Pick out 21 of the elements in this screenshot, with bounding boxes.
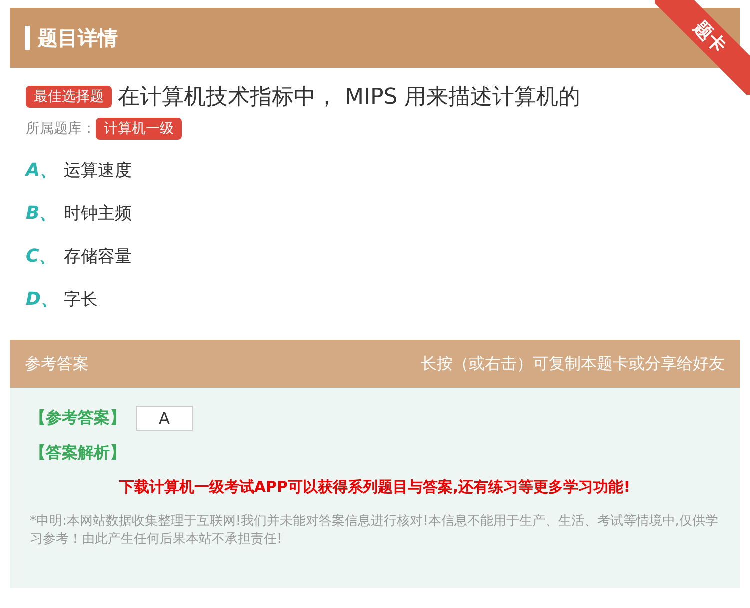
option-letter: A、 (26, 159, 54, 182)
section-title: 题目详情 (38, 24, 118, 52)
bank-label: 所属题库： (26, 120, 96, 138)
bank-tag: 计算机一级 (96, 118, 182, 140)
question-text: 在计算机技术指标中， MIPS 用来描述计算机的 (118, 84, 581, 112)
analysis-label: 【答案解析】 (30, 443, 127, 464)
question-type-badge: 最佳选择题 (26, 86, 112, 108)
option-letter: C、 (26, 245, 54, 268)
answer-value: A (136, 406, 193, 431)
option-letter: B、 (26, 202, 54, 225)
disclaimer-text: *申明:本网站数据收集整理于互联网!我们并未能对答案信息进行核对!本信息不能用于生产、生活、考试等情境中,仅供学习参考！由此产生任何后果本站不承担责任! (30, 513, 720, 548)
option-text: 时钟主频 (64, 202, 132, 224)
answer-section-title: 参考答案 (25, 354, 89, 374)
answer-label: 【参考答案】 (30, 408, 126, 429)
option-text: 字长 (64, 288, 98, 310)
promo-text: 下载计算机一级考试APP可以获得系列题目与答案,还有练习等更多学习功能! (118, 478, 632, 497)
option-text: 存储容量 (64, 246, 132, 268)
option-letter: D、 (26, 288, 54, 311)
share-hint: 长按（或右击）可复制本题卡或分享给好友 (421, 354, 725, 374)
option-text: 运算速度 (64, 160, 132, 182)
title-marker (25, 26, 30, 50)
